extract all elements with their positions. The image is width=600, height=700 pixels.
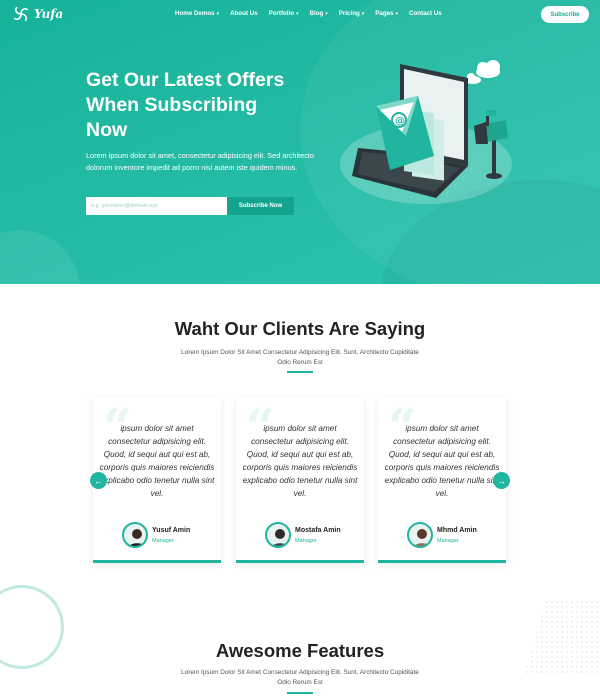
hero-background-shape	[0, 230, 80, 284]
chevron-down-icon: ▾	[361, 11, 365, 17]
section-divider	[287, 371, 313, 373]
brand-logo[interactable]: Yufa	[12, 5, 63, 23]
client-name: Mostafa Amin	[295, 527, 341, 534]
chevron-down-icon: ▾	[216, 11, 220, 17]
decorative-dot-pattern	[525, 600, 600, 675]
menu-item-label: Contact Us	[409, 10, 442, 17]
subscribe-now-button[interactable]: Subscribe Now	[227, 197, 294, 215]
client-role: Manager	[437, 538, 459, 544]
chevron-down-icon: ▾	[296, 11, 299, 17]
testimonial-text: ipsum dolor sit amet consectetur adipisi…	[99, 424, 215, 498]
avatar	[122, 522, 148, 548]
hero-section: Yufa Home Demos ▾ About Us Portfolio ▾ Blo…	[0, 0, 600, 284]
testimonial-card: “ ipsum dolor sit amet consectetur adipi…	[236, 397, 364, 563]
top-navbar: Yufa Home Demos ▾ About Us Portfolio ▾ Blo…	[0, 0, 600, 30]
menu-item-label: About Us	[230, 10, 258, 17]
client-role: Manager	[152, 538, 174, 544]
menu-item-label: Blog	[309, 10, 324, 17]
menu-item-blog[interactable]: Blog ▾	[310, 10, 328, 17]
features-subtitle: Lorem Ipsum Dolor Sit Amet Consectetur A…	[181, 669, 419, 686]
features-title: Awesome Features	[215, 640, 385, 661]
menu-item-label: Portfolio	[268, 10, 294, 17]
hero-description: Lorem ipsum dolor sit amet, consectetur …	[86, 151, 314, 172]
menu-item-about-us[interactable]: About Us	[230, 10, 258, 17]
menu-item-pricing[interactable]: Pricing ▾	[339, 10, 365, 17]
testimonial-card: “ ipsum dolor sit amet consectetur adipi…	[378, 397, 506, 563]
hero-title: Get Our Latest Offers When Subscribing N…	[86, 69, 285, 141]
client-role: Manager	[295, 538, 317, 544]
arrow-right-icon: →	[497, 475, 506, 486]
svg-text:@: @	[395, 116, 405, 127]
menu-item-portfolio[interactable]: Portfolio ▾	[269, 10, 299, 17]
testimonial-card: “ ipsum dolor sit amet consectetur adipi…	[93, 397, 221, 563]
client-name: Mhmd Amin	[437, 527, 477, 534]
subscribe-button[interactable]: Subscribe	[541, 6, 589, 23]
testimonials-title: Waht Our Clients Are Saying	[174, 318, 426, 339]
testimonial-text: ipsum dolor sit amet consectetur adipisi…	[242, 424, 358, 498]
logo-swirl-icon	[13, 6, 29, 22]
menu-item-label: Pages	[375, 10, 394, 17]
arrow-left-icon: ←	[94, 475, 103, 486]
brand-name: Yufa	[34, 7, 64, 21]
subscribe-form: Subscribe Now	[86, 197, 294, 215]
chevron-down-icon: ▾	[395, 11, 399, 17]
menu-item-contact-us[interactable]: Contact Us	[409, 10, 442, 17]
email-input[interactable]	[86, 197, 227, 215]
subscribe-illustration: @	[340, 60, 512, 204]
main-menu: Home Demos ▾ About Us Portfolio ▾ Blog ▾ Pr…	[175, 10, 442, 17]
client-name: Yusuf Amin	[152, 527, 191, 534]
menu-item-home-demos[interactable]: Home Demos ▾	[175, 10, 219, 17]
section-divider	[287, 692, 313, 694]
avatar	[407, 522, 433, 548]
testimonials-subtitle: Lorem Ipsum Dolor Sit Amet Consectetur A…	[181, 349, 419, 366]
menu-item-label: Home Demos	[175, 10, 215, 17]
menu-item-pages[interactable]: Pages ▾	[375, 10, 398, 17]
menu-item-label: Pricing	[338, 10, 360, 17]
chevron-down-icon: ▾	[325, 11, 328, 17]
carousel-next-button[interactable]: →	[493, 472, 510, 489]
testimonial-text: ipsum dolor sit amet consectetur adipisi…	[384, 424, 500, 498]
cloud-icon	[465, 60, 500, 84]
carousel-prev-button[interactable]: ←	[90, 472, 107, 489]
avatar	[265, 522, 291, 548]
